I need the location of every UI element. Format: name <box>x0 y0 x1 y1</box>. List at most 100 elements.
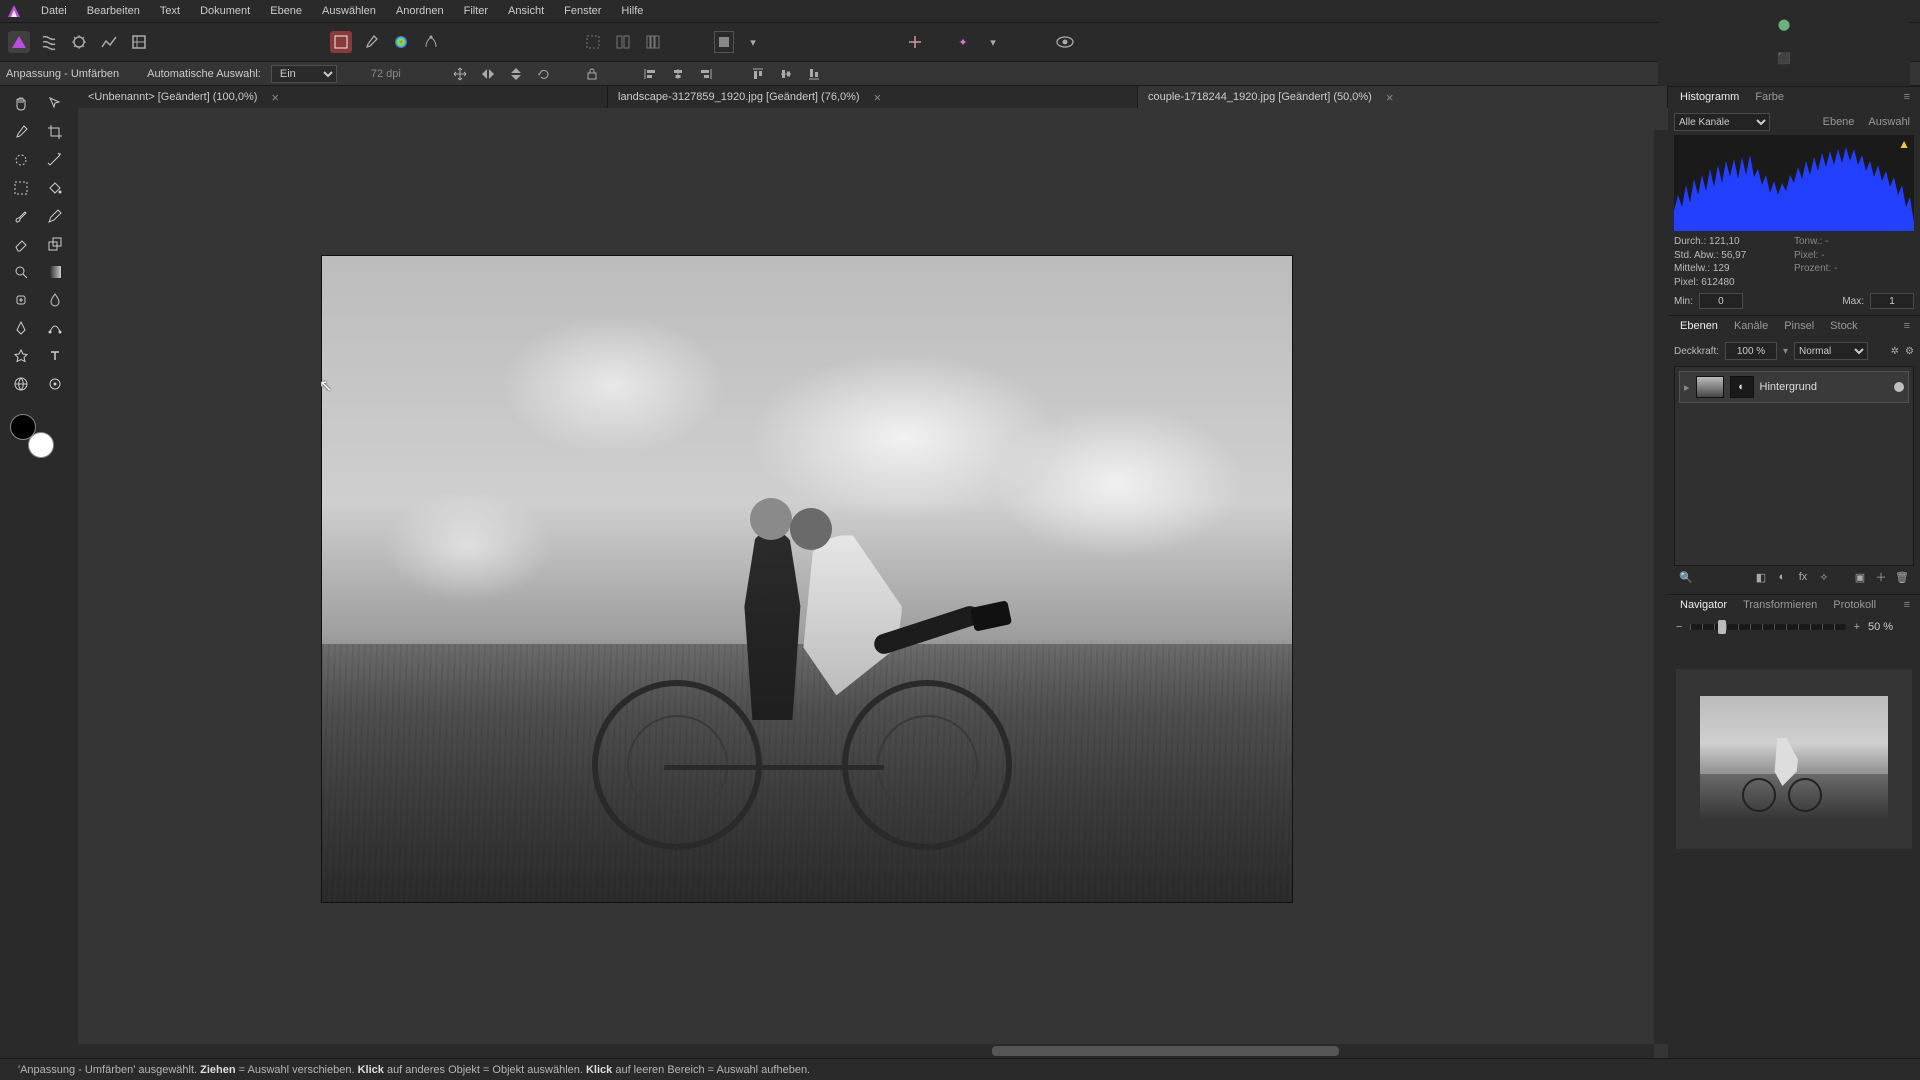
chevron-down-icon[interactable]: ▾ <box>982 31 1004 53</box>
quickmask-icon[interactable] <box>714 31 734 53</box>
snapping-icon[interactable] <box>904 31 926 53</box>
document-tab[interactable]: <Unbenannt> [Geändert] (100,0%) × <box>78 86 608 108</box>
arrange-grid1-icon[interactable] <box>582 31 604 53</box>
channel-dropdown[interactable]: Alle Kanäle <box>1674 113 1770 131</box>
transform-flip-h-icon[interactable] <box>479 65 497 83</box>
histogram-source-layer[interactable]: Ebene <box>1819 116 1859 128</box>
tab-stock[interactable]: Stock <box>1824 318 1864 334</box>
align-right-icon[interactable] <box>697 65 715 83</box>
tool-zoom-icon[interactable] <box>4 258 38 286</box>
layer-add-icon[interactable]: ＋ <box>1873 569 1889 585</box>
transform-rotate-icon[interactable] <box>535 65 553 83</box>
layer-search-icon[interactable]: 🔍 <box>1678 569 1694 585</box>
layer-visibility-toggle[interactable] <box>1894 382 1904 392</box>
menu-hilfe[interactable]: Hilfe <box>611 0 653 22</box>
document-tab[interactable]: couple-1718244_1920.jpg [Geändert] (50,0… <box>1138 86 1668 108</box>
layer-fx-icon[interactable]: ✲ <box>1891 346 1899 357</box>
tool-pen-icon[interactable] <box>4 314 38 342</box>
document-tab[interactable]: landscape-3127859_1920.jpg [Geändert] (7… <box>608 86 1138 108</box>
tab-histogram[interactable]: Histogramm <box>1674 89 1745 105</box>
align-center-v-icon[interactable] <box>777 65 795 83</box>
menu-dokument[interactable]: Dokument <box>190 0 260 22</box>
assistant-icon[interactable]: ✦ <box>952 31 974 53</box>
scrollbar-vertical[interactable] <box>1654 130 1668 1044</box>
layer-name[interactable]: Hintergrund <box>1760 381 1888 393</box>
color-swatch[interactable] <box>10 414 54 458</box>
tool-brush-icon[interactable] <box>4 202 38 230</box>
menu-text[interactable]: Text <box>150 0 190 22</box>
tab-history[interactable]: Protokoll <box>1827 597 1882 613</box>
tool-pencil-icon[interactable] <box>38 202 72 230</box>
menu-filter[interactable]: Filter <box>454 0 498 22</box>
max-input[interactable] <box>1870 293 1914 309</box>
tool-eraser-icon[interactable] <box>4 230 38 258</box>
tab-channels[interactable]: Kanäle <box>1728 318 1774 334</box>
tool-colorpicker-icon[interactable] <box>4 118 38 146</box>
tool-healing-icon[interactable] <box>4 286 38 314</box>
tab-color[interactable]: Farbe <box>1749 89 1790 105</box>
opacity-input[interactable] <box>1725 342 1777 360</box>
tool-node-icon[interactable] <box>38 314 72 342</box>
close-icon[interactable]: × <box>874 90 882 105</box>
menu-datei[interactable]: Datei <box>31 0 77 22</box>
menu-ebene[interactable]: Ebene <box>260 0 312 22</box>
autocolor-icon[interactable] <box>420 31 442 53</box>
tool-text-icon[interactable] <box>38 342 72 370</box>
preview-icon[interactable] <box>1054 31 1076 53</box>
layer-live-icon[interactable]: ✧ <box>1816 569 1832 585</box>
tool-shape-icon[interactable] <box>4 342 38 370</box>
tool-mesh-icon[interactable] <box>4 370 38 398</box>
layer-fx-add-icon[interactable]: fx <box>1795 569 1811 585</box>
layer-thumbnail[interactable] <box>1696 376 1724 398</box>
layer-delete-icon[interactable]: 🗑 <box>1894 569 1910 585</box>
canvas-image[interactable] <box>322 256 1292 902</box>
layer-row[interactable]: ▸ ◐ Hintergrund <box>1679 371 1909 403</box>
foreground-color-swatch[interactable] <box>10 414 36 440</box>
cloud-2-icon[interactable]: ⬛ <box>1773 47 1795 69</box>
tool-flood-icon[interactable] <box>38 174 72 202</box>
align-left-icon[interactable] <box>641 65 659 83</box>
tool-crop-icon[interactable] <box>38 118 72 146</box>
layers-list[interactable]: ▸ ◐ Hintergrund <box>1674 366 1914 566</box>
navigator-thumbnail[interactable] <box>1676 669 1912 849</box>
histogram-source-selection[interactable]: Auswahl <box>1864 116 1914 128</box>
tab-layers[interactable]: Ebenen <box>1674 318 1724 334</box>
arrange-grid2-icon[interactable] <box>612 31 634 53</box>
menu-auswaehlen[interactable]: Auswählen <box>312 0 386 22</box>
layer-mask-add-icon[interactable]: ◧ <box>1753 569 1769 585</box>
cloud-1-icon[interactable]: ⬤ <box>1773 13 1795 35</box>
align-top-icon[interactable] <box>749 65 767 83</box>
menu-anordnen[interactable]: Anordnen <box>386 0 454 22</box>
layer-adjust-icon[interactable]: ◐ <box>1774 569 1790 585</box>
tab-navigator[interactable]: Navigator <box>1674 597 1733 613</box>
tool-blur-icon[interactable] <box>38 286 72 314</box>
chevron-down-icon[interactable]: ▾ <box>742 31 764 53</box>
min-input[interactable] <box>1699 293 1743 309</box>
transform-move-icon[interactable] <box>451 65 469 83</box>
persona-develop-icon[interactable] <box>68 31 90 53</box>
lock-children-icon[interactable] <box>583 65 601 83</box>
tool-selection-brush-icon[interactable] <box>4 146 38 174</box>
tool-magicwand-icon[interactable] <box>38 146 72 174</box>
persona-export-icon[interactable] <box>128 31 150 53</box>
scrollbar-horizontal[interactable] <box>78 1044 1654 1058</box>
tool-clone-icon[interactable] <box>38 230 72 258</box>
tool-target-icon[interactable] <box>38 370 72 398</box>
persona-tonemap-icon[interactable] <box>98 31 120 53</box>
blendmode-dropdown[interactable]: Normal <box>1794 342 1868 360</box>
panel-menu-icon[interactable]: ≡ <box>1900 320 1914 332</box>
layer-mask-thumbnail[interactable]: ◐ <box>1730 376 1754 398</box>
selection-rect-icon[interactable] <box>330 31 352 53</box>
zoom-slider[interactable] <box>1690 624 1845 630</box>
tool-hand-icon[interactable] <box>4 90 38 118</box>
canvas-viewport[interactable]: ↖ <box>78 108 1668 1058</box>
tool-move-icon[interactable] <box>38 90 72 118</box>
transform-flip-v-icon[interactable] <box>507 65 525 83</box>
persona-photo-icon[interactable] <box>8 31 30 53</box>
align-bottom-icon[interactable] <box>805 65 823 83</box>
menu-fenster[interactable]: Fenster <box>554 0 611 22</box>
menu-bearbeiten[interactable]: Bearbeiten <box>77 0 150 22</box>
persona-liquify-icon[interactable] <box>38 31 60 53</box>
arrange-grid3-icon[interactable] <box>642 31 664 53</box>
menu-ansicht[interactable]: Ansicht <box>498 0 554 22</box>
